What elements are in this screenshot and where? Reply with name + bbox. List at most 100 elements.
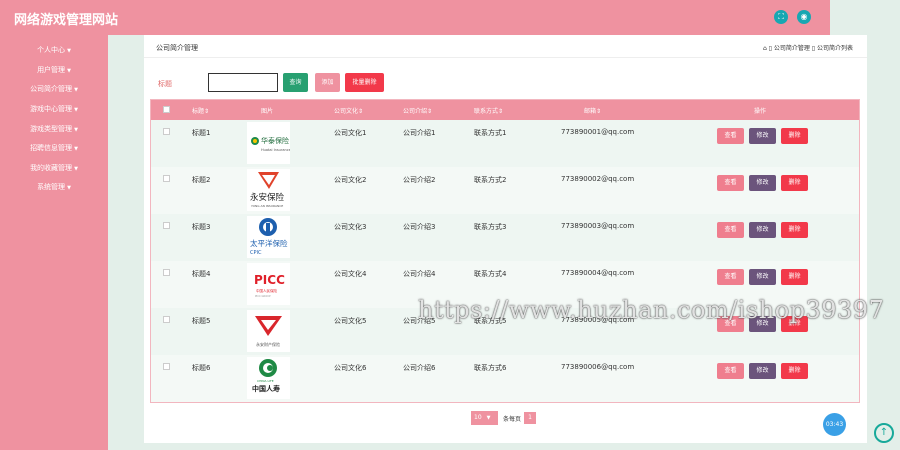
column-header-email[interactable]: 邮箱⇕ bbox=[584, 106, 601, 115]
row-intro: 公司介绍3 bbox=[403, 223, 436, 231]
title-search-input[interactable] bbox=[208, 73, 278, 92]
app-title: 网络游戏管理网站 bbox=[14, 13, 119, 28]
table-header: 标题⇕ 图片 公司文化⇕ 公司介绍⇕ 联系方式⇕ 邮箱⇕ 操作 bbox=[151, 100, 859, 120]
delete-button[interactable]: 删除 bbox=[781, 222, 808, 238]
row-checkbox[interactable] bbox=[163, 269, 170, 276]
column-header-intro[interactable]: 公司介绍⇕ bbox=[403, 106, 432, 115]
row-culture: 公司文化3 bbox=[334, 223, 367, 231]
page-button[interactable]: 1 bbox=[524, 412, 536, 424]
batch-delete-button[interactable]: 批量删除 bbox=[345, 73, 384, 92]
row-contact: 联系方式4 bbox=[474, 270, 507, 278]
data-table: 标题⇕ 图片 公司文化⇕ 公司介绍⇕ 联系方式⇕ 邮箱⇕ 操作 标题1 华泰保险… bbox=[150, 99, 860, 403]
select-all-checkbox[interactable] bbox=[163, 106, 170, 113]
company-logo: PICC 中国人民保险 PICC GROUP bbox=[247, 263, 290, 305]
table-row: 标题3 太平洋保险 CPIC 公司文化3 公司介绍3 联系方式3 7738900… bbox=[151, 214, 859, 261]
delete-button[interactable]: 删除 bbox=[781, 128, 808, 144]
chevron-down-icon: ▼ bbox=[67, 185, 71, 191]
column-header-contact[interactable]: 联系方式⇕ bbox=[474, 106, 503, 115]
row-contact: 联系方式1 bbox=[474, 129, 507, 137]
row-checkbox[interactable] bbox=[163, 222, 170, 229]
sidebar-item-system[interactable]: 系统管理 ▼ bbox=[0, 182, 108, 192]
row-intro: 公司介绍1 bbox=[403, 129, 436, 137]
edit-button[interactable]: 修改 bbox=[749, 363, 776, 379]
edit-button[interactable]: 修改 bbox=[749, 269, 776, 285]
row-title: 标题6 bbox=[192, 364, 211, 372]
main-card: 公司简介管理 ⌂ ▯ 公司简介管理 ▯ 公司简介列表 标题 查询 添加 批量删除… bbox=[144, 35, 867, 443]
row-email: 773890001@qq.com bbox=[561, 128, 635, 136]
row-title: 标题1 bbox=[192, 129, 211, 137]
chevron-down-icon: ▼ bbox=[486, 415, 491, 421]
row-contact: 联系方式6 bbox=[474, 364, 507, 372]
divider bbox=[144, 57, 867, 58]
sidebar-item-jobs[interactable]: 招聘信息管理 ▼ bbox=[0, 143, 108, 153]
query-button[interactable]: 查询 bbox=[283, 73, 308, 92]
sidebar-item-label: 系统管理 bbox=[37, 183, 66, 191]
edit-button[interactable]: 修改 bbox=[749, 175, 776, 191]
company-logo: 华泰保险 Huatai Insurance bbox=[247, 122, 291, 164]
breadcrumb: ⌂ ▯ 公司简介管理 ▯ 公司简介列表 bbox=[762, 45, 853, 52]
sidebar-item-label: 游戏中心管理 bbox=[30, 105, 73, 113]
edit-button[interactable]: 修改 bbox=[749, 222, 776, 238]
row-checkbox[interactable] bbox=[163, 363, 170, 370]
svg-text:CPIC: CPIC bbox=[250, 250, 262, 256]
row-contact: 联系方式2 bbox=[474, 176, 507, 184]
row-title: 标题4 bbox=[192, 270, 211, 278]
sidebar-item-company[interactable]: 公司简介管理 ▼ bbox=[0, 84, 108, 94]
row-culture: 公司文化5 bbox=[334, 317, 367, 325]
row-culture: 公司文化4 bbox=[334, 270, 367, 278]
sidebar-item-users[interactable]: 用户管理 ▼ bbox=[0, 65, 108, 75]
chevron-down-icon: ▼ bbox=[74, 127, 78, 133]
row-title: 标题3 bbox=[192, 223, 211, 231]
sidebar-item-label: 用户管理 bbox=[37, 66, 66, 74]
delete-button[interactable]: 删除 bbox=[781, 269, 808, 285]
company-logo: 永安财产保险 bbox=[247, 310, 290, 352]
row-checkbox[interactable] bbox=[163, 316, 170, 323]
column-header-title[interactable]: 标题⇕ bbox=[192, 106, 209, 115]
user-icon[interactable]: ◉ bbox=[797, 10, 811, 24]
row-title: 标题5 bbox=[192, 317, 211, 325]
row-checkbox[interactable] bbox=[163, 175, 170, 182]
edit-button[interactable]: 修改 bbox=[749, 128, 776, 144]
column-header-actions: 操作 bbox=[754, 108, 767, 115]
row-intro: 公司介绍4 bbox=[403, 270, 436, 278]
view-button[interactable]: 查看 bbox=[717, 363, 744, 379]
row-culture: 公司文化2 bbox=[334, 176, 367, 184]
view-button[interactable]: 查看 bbox=[717, 128, 744, 144]
delete-button[interactable]: 删除 bbox=[781, 363, 808, 379]
column-header-culture[interactable]: 公司文化⇕ bbox=[334, 106, 363, 115]
sidebar-item-label: 个人中心 bbox=[37, 46, 66, 54]
row-email: 773890006@qq.com bbox=[561, 363, 635, 371]
column-header-image: 图片 bbox=[261, 108, 274, 115]
chevron-down-icon: ▼ bbox=[74, 107, 78, 113]
page-size-value: 10 bbox=[474, 414, 482, 421]
sidebar-item-profile[interactable]: 个人中心 ▼ bbox=[0, 45, 108, 55]
back-to-top-icon[interactable]: ↑ bbox=[874, 423, 894, 443]
svg-text:PICC: PICC bbox=[254, 273, 285, 287]
sidebar-item-game-types[interactable]: 游戏类型管理 ▼ bbox=[0, 124, 108, 134]
delete-button[interactable]: 删除 bbox=[781, 175, 808, 191]
svg-text:CHINA LIFE: CHINA LIFE bbox=[257, 379, 274, 383]
page-size-select[interactable]: 10 ▼ bbox=[471, 411, 498, 425]
chevron-down-icon: ▼ bbox=[74, 87, 78, 93]
sidebar-item-favorites[interactable]: 我的收藏管理 ▼ bbox=[0, 163, 108, 173]
svg-text:华泰保险: 华泰保险 bbox=[261, 136, 289, 145]
svg-text:Huatai Insurance: Huatai Insurance bbox=[261, 148, 290, 152]
view-button[interactable]: 查看 bbox=[717, 175, 744, 191]
sidebar-item-label: 招聘信息管理 bbox=[30, 144, 73, 152]
row-intro: 公司介绍2 bbox=[403, 176, 436, 184]
sidebar-item-label: 我的收藏管理 bbox=[30, 164, 73, 172]
table-row: 标题2 永安保险 YONG AN INSURANCE 公司文化2 公司介绍2 联… bbox=[151, 167, 859, 214]
row-email: 773890004@qq.com bbox=[561, 269, 635, 277]
sidebar-item-label: 公司简介管理 bbox=[30, 85, 73, 93]
row-checkbox[interactable] bbox=[163, 128, 170, 135]
view-button[interactable]: 查看 bbox=[717, 222, 744, 238]
row-culture: 公司文化6 bbox=[334, 364, 367, 372]
view-button[interactable]: 查看 bbox=[717, 269, 744, 285]
top-bar: 网络游戏管理网站 ⛶ ◉ bbox=[0, 0, 830, 35]
chevron-down-icon: ▼ bbox=[67, 68, 71, 74]
timer-badge[interactable]: 03:43 bbox=[823, 413, 846, 436]
fullscreen-icon[interactable]: ⛶ bbox=[774, 10, 788, 24]
sidebar-item-games[interactable]: 游戏中心管理 ▼ bbox=[0, 104, 108, 114]
add-button[interactable]: 添加 bbox=[315, 73, 340, 92]
sidebar: 个人中心 ▼ 用户管理 ▼ 公司简介管理 ▼ 游戏中心管理 ▼ 游戏类型管理 ▼ 招聘信息… bbox=[0, 35, 108, 450]
